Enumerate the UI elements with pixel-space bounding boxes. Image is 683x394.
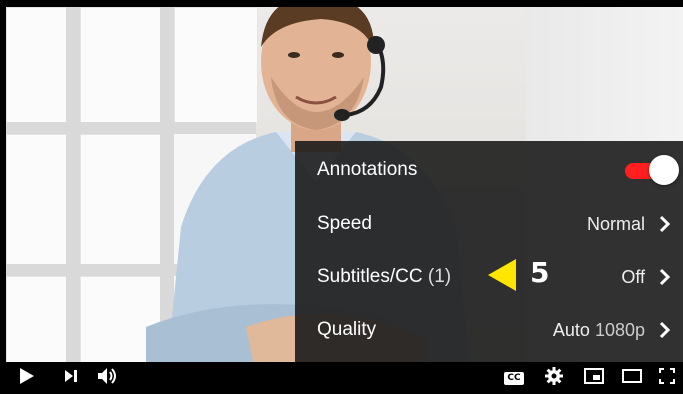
menu-item-quality[interactable]: Quality Auto 1080p: [295, 304, 683, 356]
next-icon: [64, 369, 78, 388]
miniplayer-button[interactable]: [580, 362, 608, 394]
annotations-toggle[interactable]: [625, 155, 679, 185]
annotation-number: 5: [530, 256, 550, 289]
fullscreen-button[interactable]: [654, 362, 680, 394]
annotation-arrow-icon: [488, 259, 518, 296]
subtitles-button[interactable]: CC: [500, 362, 528, 394]
mute-button[interactable]: [94, 362, 122, 394]
quality-label: Quality: [317, 319, 377, 340]
speed-label: Speed: [317, 213, 372, 234]
settings-gear-icon: [545, 366, 563, 390]
menu-item-annotations[interactable]: Annotations: [295, 144, 683, 196]
settings-menu: Annotations Speed Normal Subtitles/CC (1…: [295, 141, 683, 362]
play-icon: [19, 367, 35, 390]
menu-item-speed[interactable]: Speed Normal: [295, 198, 683, 250]
play-button[interactable]: [14, 362, 40, 394]
quality-value: Auto 1080p: [552, 319, 645, 340]
chevron-right-icon: [657, 268, 673, 286]
subtitles-icon: CC: [504, 371, 524, 385]
theater-mode-button[interactable]: [618, 362, 646, 394]
video-player: Annotations Speed Normal Subtitles/CC (1…: [0, 0, 683, 394]
fullscreen-icon: [659, 367, 675, 389]
chevron-right-icon: [657, 321, 673, 339]
volume-icon: [97, 367, 119, 390]
next-button[interactable]: [58, 362, 84, 394]
miniplayer-icon: [584, 367, 604, 389]
theater-mode-icon: [622, 368, 642, 388]
settings-button[interactable]: [540, 362, 568, 394]
annotations-label: Annotations: [317, 159, 418, 180]
chevron-right-icon: [657, 215, 673, 233]
subtitles-value: Off: [621, 266, 645, 287]
speed-value: Normal: [586, 213, 645, 234]
subtitles-label: Subtitles/CC (1): [317, 266, 452, 287]
player-control-bar: CC: [0, 362, 683, 394]
toggle-knob: [649, 155, 679, 185]
